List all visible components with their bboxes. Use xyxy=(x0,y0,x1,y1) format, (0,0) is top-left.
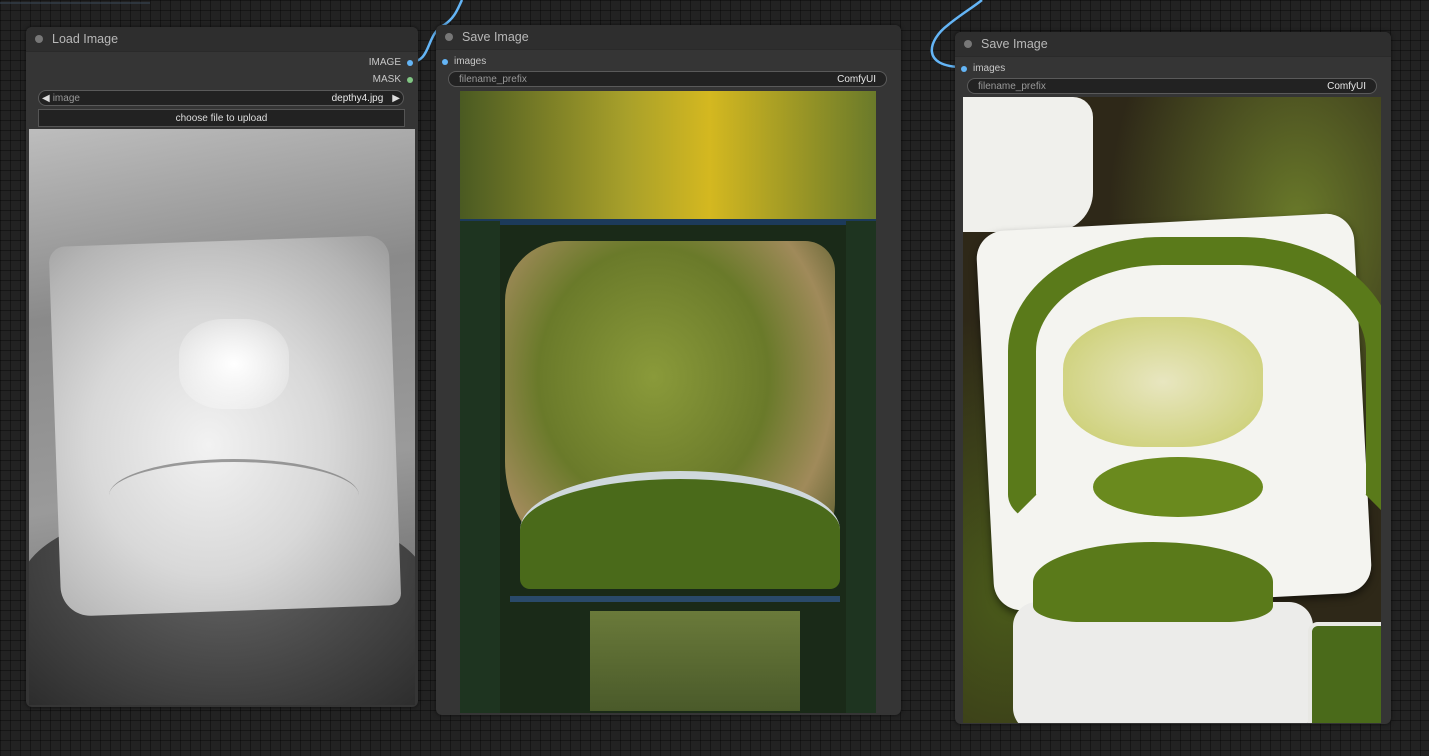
grayscale-depth-preview-image xyxy=(29,129,415,705)
save-image-node-1[interactable]: Save Image images filename_prefix ComfyU… xyxy=(436,25,901,715)
output-image-slot-icon[interactable] xyxy=(407,59,413,66)
moss-mouth xyxy=(1093,457,1263,517)
node-title: Save Image xyxy=(462,30,529,44)
widget-value: ComfyUI xyxy=(837,73,876,85)
widget-label: filename_prefix xyxy=(978,80,1046,92)
filename-prefix-widget[interactable]: filename_prefix ComfyUI xyxy=(448,71,887,87)
load-image-node[interactable]: Load Image IMAGE MASK ◀ image depthy4.jp… xyxy=(26,27,418,707)
filename-prefix-widget[interactable]: filename_prefix ComfyUI xyxy=(967,78,1377,94)
left-tree-strip xyxy=(460,221,500,713)
widget-value: ComfyUI xyxy=(1327,80,1366,92)
widget-value: depthy4.jpg xyxy=(331,92,384,104)
road-bottom xyxy=(510,596,840,602)
next-arrow-icon[interactable]: ▶ xyxy=(389,93,403,104)
bottom-moss xyxy=(1033,542,1273,622)
right-bowl xyxy=(1308,622,1381,723)
input-label: images xyxy=(454,56,487,67)
input-slot-icon[interactable] xyxy=(961,65,967,72)
output-mask-slot-icon[interactable] xyxy=(407,76,413,83)
upload-button[interactable]: choose file to upload xyxy=(38,109,405,127)
output-label: IMAGE xyxy=(368,57,401,68)
mask-nose-fold xyxy=(179,319,289,409)
node-title: Save Image xyxy=(981,37,1048,51)
mask-shape xyxy=(48,235,402,617)
output-image[interactable]: IMAGE xyxy=(369,57,413,68)
small-plate-top xyxy=(963,97,1093,232)
input-images[interactable]: images xyxy=(961,63,1005,74)
save-image-node-2[interactable]: Save Image images filename_prefix ComfyU… xyxy=(955,32,1391,724)
collapse-dot-icon[interactable] xyxy=(35,35,43,43)
inner-well xyxy=(1063,317,1263,447)
input-label: images xyxy=(973,63,1006,74)
right-tree-strip xyxy=(846,221,876,713)
bottom-field xyxy=(590,611,800,711)
node-title-bar[interactable]: Load Image xyxy=(26,27,418,52)
prev-arrow-icon[interactable]: ◀ xyxy=(39,93,53,104)
road-top xyxy=(460,219,876,225)
mask-mouth-fold xyxy=(109,459,359,532)
node-title-bar[interactable]: Save Image xyxy=(955,32,1391,57)
widget-label: filename_prefix xyxy=(459,73,527,85)
output-mask[interactable]: MASK xyxy=(373,74,413,85)
aerial-forest-preview-image xyxy=(460,91,876,713)
widget-label: image xyxy=(52,92,80,104)
moss-plates-preview-image xyxy=(963,97,1381,723)
image-combo-widget[interactable]: ◀ image depthy4.jpg ▶ xyxy=(38,90,404,106)
input-images[interactable]: images xyxy=(442,56,486,67)
node-title-bar[interactable]: Save Image xyxy=(436,25,901,50)
collapse-dot-icon[interactable] xyxy=(964,40,972,48)
green-arc xyxy=(520,471,840,589)
yellow-trees-top xyxy=(460,91,876,221)
collapse-dot-icon[interactable] xyxy=(445,33,453,41)
output-label: MASK xyxy=(372,74,401,85)
input-slot-icon[interactable] xyxy=(442,58,448,65)
node-title: Load Image xyxy=(52,32,119,46)
